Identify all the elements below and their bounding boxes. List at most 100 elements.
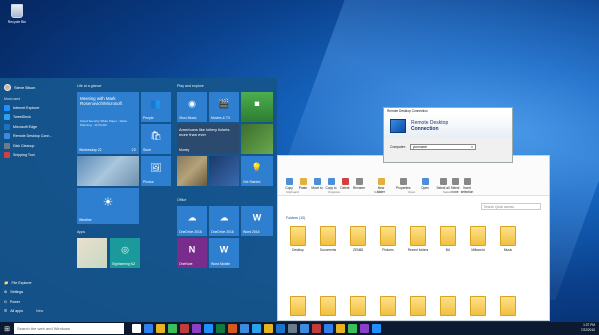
store-tile[interactable]: 🛍 Store — [141, 124, 171, 154]
computer-input[interactable]: yourname ▾ — [409, 144, 476, 150]
photos-tile[interactable]: 🖼 Photos — [141, 156, 171, 186]
folder-item[interactable] — [436, 296, 460, 318]
taskbar-app-icon[interactable] — [323, 324, 333, 333]
folder-item[interactable]: BU — [436, 226, 460, 252]
folder-label: Music — [503, 248, 513, 252]
ribbon-button[interactable]: Paste — [296, 178, 310, 190]
onedrive2-tile[interactable]: ☁ OneDrive 2016 — [209, 206, 239, 236]
system-tray-clock[interactable]: 1:37 PM 7/22/2015 — [581, 323, 595, 332]
folder-item[interactable] — [346, 296, 370, 318]
get-started-tile[interactable]: 💡 Get Started — [241, 156, 273, 186]
people-tile[interactable]: 👥 People — [141, 92, 171, 122]
most-used-item[interactable]: Internet Explorer — [0, 103, 72, 113]
word-tile[interactable]: W Word 2016 — [241, 206, 273, 236]
ribbon-button[interactable]: Invert selection — [460, 178, 474, 194]
folder-item[interactable] — [406, 296, 430, 318]
folder-item[interactable]: ZEN88 — [346, 226, 370, 252]
recycle-bin-shortcut[interactable]: Recycle Bin — [4, 4, 30, 24]
start-button[interactable]: ⊞ — [0, 322, 14, 335]
onedrive-tile[interactable]: ☁ OneDrive 2016 — [177, 206, 207, 236]
taskbar-search-box[interactable]: Search the web and Windows — [14, 323, 124, 334]
start-bottom-item[interactable]: 📁 File Explorer — [0, 278, 72, 288]
taskbar-app-icon[interactable] — [131, 324, 141, 333]
user-name: Steve Bison — [14, 85, 36, 90]
taskbar-app-icon[interactable] — [299, 324, 309, 333]
most-used-item[interactable]: Disk Cleanup — [0, 141, 72, 151]
taskbar-app-icon[interactable] — [155, 324, 165, 333]
ribbon-button-icon — [451, 178, 459, 185]
user-account[interactable]: Steve Bison — [0, 78, 72, 94]
folder-item[interactable]: Recent folders — [406, 226, 430, 252]
taskbar-app-icon[interactable] — [371, 324, 381, 333]
photo-strip-tile[interactable] — [77, 156, 139, 186]
maps-tile[interactable] — [77, 238, 107, 268]
taskbar-app-icon[interactable] — [143, 324, 153, 333]
folder-item[interactable] — [286, 296, 310, 318]
photo-tile[interactable] — [177, 156, 207, 186]
ribbon-button-label: Open — [421, 186, 429, 190]
ribbon-button[interactable]: Properties — [396, 178, 411, 190]
pinned-apps — [130, 324, 382, 333]
ribbon-button[interactable]: Open — [418, 178, 432, 190]
ribbon-button[interactable]: Move to — [310, 178, 324, 190]
taskbar-app-icon[interactable] — [275, 324, 285, 333]
most-used-item[interactable]: Remote Desktop Conn... — [0, 132, 72, 142]
taskbar-app-icon[interactable] — [251, 324, 261, 333]
ribbon-button[interactable]: Delete — [338, 178, 352, 190]
taskbar-app-icon[interactable] — [215, 324, 225, 333]
ribbon-button[interactable]: Rename — [352, 178, 366, 190]
ribbon-button[interactable]: Copy — [282, 178, 296, 190]
folder-item[interactable] — [466, 296, 490, 318]
most-used-item[interactable]: Snipping Tool — [0, 151, 72, 161]
movies-tv-label: Movies & TV — [211, 116, 231, 120]
store-bag-icon: 🛍 — [150, 130, 162, 141]
most-used-item[interactable]: TweetDeck — [0, 113, 72, 123]
folder-item[interactable]: Desktop — [286, 226, 310, 252]
word-mobile-tile[interactable]: W Word Mobile — [209, 238, 239, 268]
taskbar-app-icon[interactable] — [263, 324, 273, 333]
taskbar-app-icon[interactable] — [359, 324, 369, 333]
taskbar-app-icon[interactable] — [239, 324, 249, 333]
folder-item[interactable] — [316, 296, 340, 318]
remote-desktop-dialog: Remote Desktop Connection Remote Desktop… — [383, 107, 513, 163]
taskbar-app-icon[interactable] — [335, 324, 345, 333]
folder-label: Pictures — [382, 248, 394, 252]
folder-item[interactable]: Milkworld — [466, 226, 490, 252]
chevron-down-icon[interactable]: ▾ — [471, 145, 473, 149]
calendar-tile[interactable]: Meeting with Mark Rosenovich/Microsoft C… — [77, 92, 139, 154]
news-tile[interactable]: Americans like lottery tickets more than… — [177, 124, 239, 154]
search-quick-access-input[interactable]: Search Quick access — [481, 203, 541, 210]
start-bottom-item[interactable]: ⚙ Settings — [0, 288, 72, 298]
folder-item[interactable]: Music — [496, 226, 520, 252]
game-tile[interactable] — [241, 124, 273, 154]
folder-label: BU — [445, 248, 451, 252]
taskbar-app-icon[interactable] — [227, 324, 237, 333]
start-bottom-item[interactable]: ☰ All apps New — [0, 307, 72, 317]
sightseeing-tile[interactable]: ◎ Sightseeing NZ — [110, 238, 140, 268]
taskbar-app-icon[interactable] — [287, 324, 297, 333]
start-bottom-item[interactable]: ⏻ Power — [0, 297, 72, 307]
folder-item[interactable] — [376, 296, 400, 318]
taskbar-app-icon[interactable] — [347, 324, 357, 333]
xbox-music-tile[interactable]: ◉ Xbox Music — [177, 92, 207, 122]
folder-item[interactable]: Documents — [316, 226, 340, 252]
ribbon-button-icon — [299, 178, 307, 185]
minecraft-tile[interactable]: ■ — [241, 92, 273, 122]
taskbar-app-icon[interactable] — [203, 324, 213, 333]
taskbar-app-icon[interactable] — [179, 324, 189, 333]
clock-date: 7/22/2015 — [580, 327, 595, 332]
taskbar-app-icon[interactable] — [191, 324, 201, 333]
weather-tile[interactable]: ☀ Weather — [77, 188, 139, 224]
movies-tv-tile[interactable]: 🎬 Movies & TV — [209, 92, 239, 122]
ribbon-button[interactable]: Copy to — [324, 178, 338, 190]
onenote-tile[interactable]: N OneNote — [177, 238, 207, 268]
folder-item[interactable] — [496, 296, 520, 318]
ribbon-button-icon — [313, 178, 321, 185]
taskbar-app-icon[interactable] — [311, 324, 321, 333]
onedrive2-icon: ☁ — [219, 212, 229, 223]
media-tile[interactable] — [209, 156, 239, 186]
most-used-item[interactable]: Microsoft Edge — [0, 122, 72, 132]
taskbar-app-icon[interactable] — [167, 324, 177, 333]
start-menu: Steve Bison Most used Internet Explorer T… — [0, 78, 277, 322]
folder-item[interactable]: Pictures — [376, 226, 400, 252]
